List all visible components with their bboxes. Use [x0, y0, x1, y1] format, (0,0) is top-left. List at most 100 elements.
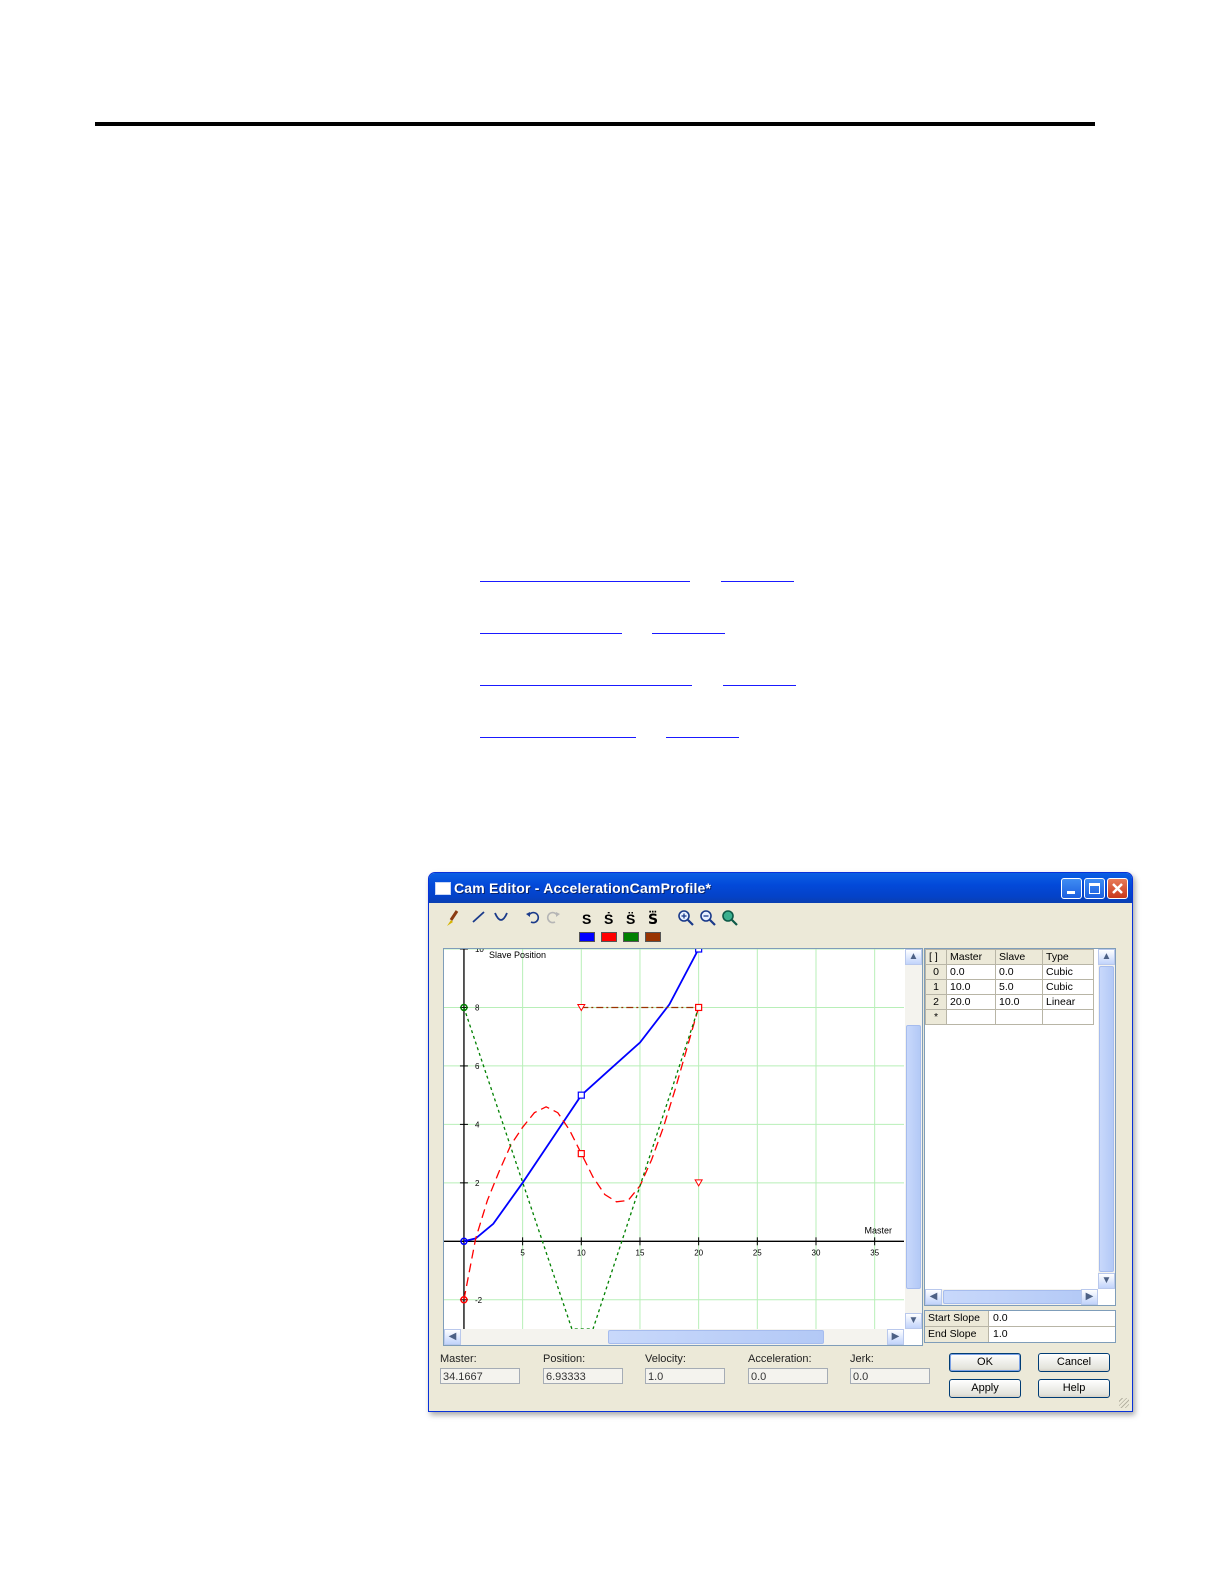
zoom-out-icon[interactable]	[699, 909, 717, 927]
row-index[interactable]: 0	[925, 964, 947, 980]
link-text[interactable]	[480, 685, 692, 686]
brush-icon[interactable]	[445, 909, 461, 927]
redo-icon[interactable]	[545, 909, 561, 925]
help-button[interactable]: Help	[1038, 1379, 1110, 1398]
row-index[interactable]: 1	[925, 979, 947, 995]
x-tick-label: 30	[812, 1248, 821, 1257]
column-header[interactable]: [ ]	[925, 949, 947, 965]
acceleration-value: 0.0	[748, 1368, 828, 1384]
master-cell[interactable]: 20.0	[946, 994, 996, 1010]
type-cell[interactable]: Linear	[1042, 994, 1094, 1010]
jerk-label: Jerk:	[850, 1353, 874, 1365]
series-toggle-position[interactable]: S	[579, 907, 597, 943]
apply-button[interactable]: Apply	[949, 1379, 1021, 1398]
start-slope-label: Start Slope	[925, 1311, 989, 1326]
grid-vertical-scrollbar[interactable]: ▲ ▼	[1098, 949, 1115, 1289]
master-label: Master:	[440, 1353, 477, 1365]
slave-cell[interactable]	[995, 1009, 1043, 1025]
resize-grip[interactable]	[1119, 1398, 1129, 1408]
series-label: S⃛	[648, 911, 659, 927]
zoom-in-icon[interactable]	[677, 909, 695, 927]
curve-icon[interactable]	[493, 909, 509, 925]
scroll-down-button[interactable]: ▼	[905, 1313, 922, 1329]
series-label: S	[582, 911, 592, 927]
row-index[interactable]: 2	[925, 994, 947, 1010]
minimize-button[interactable]	[1061, 878, 1082, 899]
master-cell[interactable]: 10.0	[946, 979, 996, 995]
end-slope-value[interactable]: 1.0	[993, 1327, 1008, 1342]
scroll-left-button[interactable]: ◀	[925, 1289, 942, 1305]
cam-plot-area[interactable]: 5 10 15 20 25 30 35 -2 2 4 6 8 10 Slave Position Maste…	[444, 949, 904, 1329]
x-tick-label: 10	[577, 1248, 586, 1257]
column-header[interactable]: Type	[1042, 949, 1094, 965]
horizontal-scroll-thumb[interactable]	[943, 1290, 1089, 1304]
row-index[interactable]: *	[925, 1009, 947, 1025]
table-row[interactable]: 1 10.0 5.0 Cubic	[925, 979, 1094, 995]
table-row[interactable]: 2 20.0 10.0 Linear	[925, 994, 1094, 1010]
scroll-left-button[interactable]: ◀	[444, 1329, 461, 1345]
link-page-ref[interactable]	[666, 737, 739, 738]
column-header[interactable]: Master	[946, 949, 996, 965]
type-cell[interactable]	[1042, 1009, 1094, 1025]
zoom-fit-icon[interactable]	[721, 909, 739, 927]
link-page-ref[interactable]	[652, 633, 725, 634]
scroll-up-button[interactable]: ▲	[1098, 949, 1115, 965]
table-header-row: [ ] Master Slave Type	[925, 949, 1094, 965]
scroll-right-button[interactable]: ▶	[1081, 1289, 1098, 1305]
link-text[interactable]	[480, 633, 622, 634]
slave-cell[interactable]: 10.0	[995, 994, 1043, 1010]
master-value: 34.1667	[440, 1368, 520, 1384]
end-slope-row[interactable]: End Slope 1.0	[925, 1327, 1115, 1342]
slave-cell[interactable]: 5.0	[995, 979, 1043, 995]
position-label: Position:	[543, 1353, 586, 1365]
start-slope-value[interactable]: 0.0	[993, 1311, 1008, 1326]
column-header[interactable]: Slave	[995, 949, 1043, 965]
velocity-value: 1.0	[645, 1368, 725, 1384]
close-button[interactable]	[1107, 878, 1128, 899]
close-icon	[1112, 883, 1123, 894]
type-cell[interactable]: Cubic	[1042, 964, 1094, 980]
x-tick-label: 5	[520, 1248, 525, 1257]
y-tick-label: 2	[475, 1179, 480, 1188]
cam-points-table[interactable]: [ ] Master Slave Type 0 0.0 0.0 Cubic 1 …	[925, 949, 1094, 1025]
scroll-down-button[interactable]: ▼	[1098, 1273, 1115, 1289]
table-row[interactable]: 0 0.0 0.0 Cubic	[925, 964, 1094, 980]
slave-cell[interactable]: 0.0	[995, 964, 1043, 980]
plot-vertical-scrollbar[interactable]: ▲ ▼	[905, 949, 922, 1329]
master-readout: Master: 34.1667	[440, 1353, 524, 1384]
y-tick-label: 6	[475, 1062, 480, 1071]
series-toggle-jerk[interactable]: S⃛	[645, 907, 663, 943]
cam-points-grid[interactable]: [ ] Master Slave Type 0 0.0 0.0 Cubic 1 …	[924, 948, 1116, 1306]
series-color-swatch	[623, 932, 639, 942]
horizontal-scroll-thumb[interactable]	[608, 1330, 824, 1344]
series-color-swatch	[579, 932, 595, 942]
plot-horizontal-scrollbar[interactable]: ◀ ▶	[444, 1329, 904, 1345]
type-cell[interactable]: Cubic	[1042, 979, 1094, 995]
x-tick-label: 15	[636, 1248, 645, 1257]
undo-icon[interactable]	[525, 909, 541, 925]
scroll-right-button[interactable]: ▶	[887, 1329, 904, 1345]
master-cell[interactable]	[946, 1009, 996, 1025]
vertical-scroll-thumb[interactable]	[1099, 966, 1114, 1272]
scroll-up-button[interactable]: ▲	[905, 949, 922, 965]
position-readout: Position: 6.93333	[543, 1353, 627, 1384]
table-row-new[interactable]: *	[925, 1009, 1094, 1025]
ok-button[interactable]: OK	[949, 1353, 1021, 1372]
line-icon[interactable]	[471, 909, 487, 925]
maximize-button[interactable]	[1084, 878, 1105, 899]
link-text[interactable]	[480, 737, 636, 738]
series-toggle-velocity[interactable]: Ṡ	[601, 907, 619, 943]
cancel-button[interactable]: Cancel	[1038, 1353, 1110, 1372]
title-bar[interactable]: Cam Editor - AccelerationCamProfile*	[429, 873, 1132, 903]
series-toggle-acceleration[interactable]: S̈	[623, 907, 641, 943]
cam-profile-chart[interactable]: 5 10 15 20 25 30 35 -2 2 4 6 8 10 Slave Position Maste…	[444, 949, 904, 1329]
link-page-ref[interactable]	[721, 581, 794, 582]
master-cell[interactable]: 0.0	[946, 964, 996, 980]
start-slope-row[interactable]: Start Slope 0.0	[925, 1311, 1115, 1327]
series-label: Ṡ	[604, 911, 614, 927]
acceleration-readout: Acceleration: 0.0	[748, 1353, 832, 1384]
grid-horizontal-scrollbar[interactable]: ◀ ▶	[925, 1289, 1098, 1305]
link-text[interactable]	[480, 581, 690, 582]
link-page-ref[interactable]	[723, 685, 796, 686]
vertical-scroll-thumb[interactable]	[906, 1025, 921, 1289]
